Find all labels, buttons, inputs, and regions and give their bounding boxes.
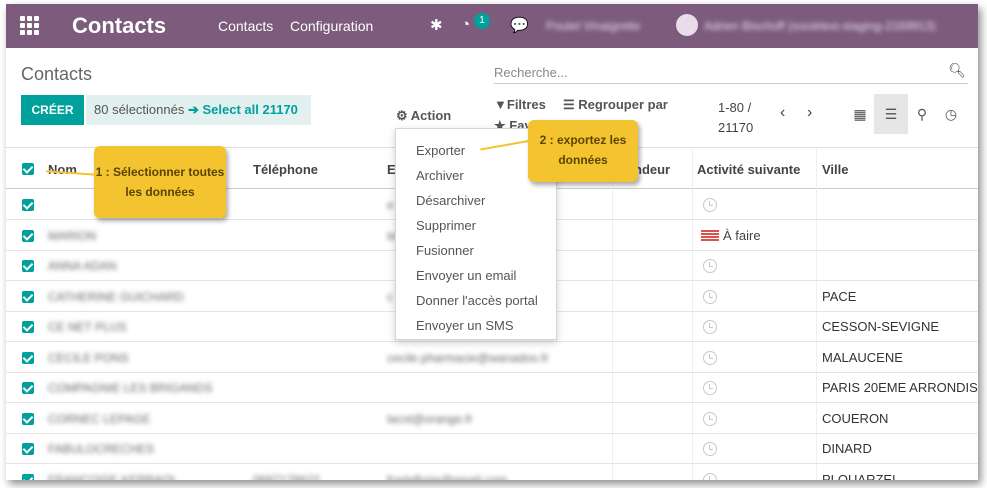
contact-name: CECILE PONS: [48, 350, 129, 365]
contact-email: e: [387, 198, 394, 212]
contact-email: lacot@orange.fr: [387, 411, 473, 426]
activity-count-badge: 1: [474, 13, 490, 29]
pager-value[interactable]: 1-80 /21170: [718, 98, 762, 138]
app-title: Contacts: [72, 13, 167, 38]
activity-clock-icon[interactable]: [703, 442, 717, 456]
chat-icon[interactable]: 💬: [510, 16, 529, 34]
contact-name: CE NET PLUS: [48, 320, 127, 334]
next-activity-label[interactable]: À faire: [723, 228, 761, 243]
contact-name: CATHERINE GUICHARD: [48, 289, 184, 304]
company-switcher[interactable]: Poulet Vinaigrette: [546, 19, 641, 33]
contact-name: ANNA ADAN: [48, 259, 117, 273]
activity-clock-icon[interactable]: [703, 198, 717, 212]
column-header-phone[interactable]: Téléphone: [253, 162, 318, 177]
bug-icon[interactable]: ✱: [430, 16, 443, 34]
menu-contacts[interactable]: Contacts: [218, 18, 273, 34]
column-header-name[interactable]: Nom: [48, 162, 77, 177]
filters-button[interactable]: ▼Filtres: [494, 97, 546, 112]
row-checkbox[interactable]: [22, 229, 34, 242]
groupby-button[interactable]: ☰ Regrouper par: [563, 97, 668, 113]
menu-item-send-email[interactable]: Envoyer un email: [416, 268, 516, 283]
row-checkbox[interactable]: [22, 199, 34, 211]
contact-email: cecile.pharmacie@wanadoo.fr: [387, 350, 549, 365]
contact-city: COUERON: [822, 410, 889, 426]
activity-clock-icon[interactable]: [703, 411, 717, 426]
avatar[interactable]: [676, 14, 698, 36]
menu-item-unarchive[interactable]: Désarchiver: [416, 193, 485, 208]
contact-email: fradaflorie@gmail.com: [387, 472, 508, 481]
activity-clock-icon[interactable]: [703, 472, 717, 480]
callout-step-2: 2 : exportez les données: [528, 120, 638, 182]
row-checkbox[interactable]: [22, 290, 34, 303]
column-header-salesperson[interactable]: ndeur: [634, 162, 670, 177]
contact-city: PACE: [822, 288, 857, 304]
contact-phone: 0687178622: [253, 472, 320, 481]
create-button[interactable]: CRÉER: [21, 95, 84, 125]
odoo-window: Contacts Contacts Configuration ✱ ◔ 1 💬 …: [6, 4, 978, 480]
search-input[interactable]: [494, 62, 934, 82]
breadcrumb: Contacts: [21, 64, 93, 84]
filter-icon: ▼: [494, 97, 507, 112]
activity-view-icon[interactable]: ◷: [934, 94, 968, 134]
menu-item-send-sms[interactable]: Envoyer un SMS: [416, 318, 514, 333]
menu-item-delete[interactable]: Supprimer: [416, 218, 476, 233]
contact-city: PLOUARZEL: [822, 471, 900, 481]
selected-count: 80 sélectionnés: [94, 102, 185, 117]
user-menu[interactable]: Adrien Bischoff (sociétexi-staging-21699…: [704, 19, 936, 33]
bars-icon: ☰: [563, 97, 575, 112]
search-bar: 🔍︎: [494, 60, 968, 84]
top-navbar: Contacts Contacts Configuration ✱ ◔ 1 💬 …: [6, 4, 978, 48]
row-checkbox[interactable]: [22, 443, 34, 455]
selection-info: 80 sélectionnés ➔ Select all 21170: [86, 95, 311, 125]
contact-city: CESSON-SEVIGNE: [822, 319, 940, 334]
contact-email: c: [387, 289, 393, 304]
activity-clock-icon[interactable]: [703, 289, 717, 304]
activity-todo-icon: [701, 229, 719, 242]
menu-item-merge[interactable]: Fusionner: [416, 243, 474, 258]
contact-name: MARION: [48, 228, 96, 243]
pager-previous-icon[interactable]: ‹: [780, 104, 785, 122]
contact-city: PARIS 20EME ARRONDISSEMENT: [822, 380, 978, 395]
activity-clock-icon[interactable]: [703, 259, 717, 273]
select-all-checkbox[interactable]: [22, 163, 34, 175]
table-row[interactable]: CECILE PONS cecile.pharmacie@wanadoo.fr MA…: [6, 343, 978, 373]
contact-city: MALAUCENE: [822, 349, 903, 365]
arrow-right-icon: ➔: [187, 102, 199, 117]
callout-step-1: 1 : Sélectionner toutes les données: [94, 146, 226, 218]
contact-name: FABULOCRECHES: [48, 442, 155, 456]
menu-item-archive[interactable]: Archiver: [416, 168, 464, 183]
activity-clock-icon[interactable]: [703, 320, 717, 334]
contact-name: CORNEC LEPAGE: [48, 411, 151, 426]
row-checkbox[interactable]: [22, 412, 34, 425]
apps-grid-icon[interactable]: [20, 16, 40, 36]
contact-name: FRANÇOISE KERBAOL: [48, 472, 179, 481]
row-checkbox[interactable]: [22, 260, 34, 272]
row-checkbox[interactable]: [22, 382, 34, 394]
pager-next-icon[interactable]: ›: [807, 104, 812, 122]
contact-city: DINARD: [822, 441, 872, 456]
gear-icon: ⚙: [396, 108, 408, 123]
menu-configuration[interactable]: Configuration: [290, 18, 373, 34]
menu-item-export[interactable]: Exporter: [416, 143, 465, 158]
kanban-view-icon[interactable]: ▦: [843, 94, 877, 134]
table-row[interactable]: CORNEC LEPAGE lacot@orange.fr COUERON: [6, 404, 978, 434]
column-header-city[interactable]: Ville: [822, 162, 849, 177]
row-checkbox[interactable]: [22, 321, 34, 333]
search-icon[interactable]: 🔍︎: [948, 62, 966, 79]
activity-clock-icon[interactable]: ◔: [461, 16, 470, 33]
table-row[interactable]: FABULOCRECHES DINARD: [6, 434, 978, 464]
table-row[interactable]: FRANÇOISE KERBAOL 0687178622 fradaflorie@g…: [6, 465, 978, 481]
row-checkbox[interactable]: [22, 351, 34, 364]
select-all-link[interactable]: ➔ Select all 21170: [188, 102, 298, 117]
list-view-icon[interactable]: ☰: [874, 94, 908, 134]
action-dropdown-button[interactable]: ⚙ Action: [396, 108, 451, 124]
table-row[interactable]: COMPAGNIE LES BRIGANDS PARIS 20EME ARROND…: [6, 373, 978, 403]
contact-name: COMPAGNIE LES BRIGANDS: [48, 381, 213, 395]
activity-clock-icon[interactable]: [703, 350, 717, 365]
row-checkbox[interactable]: [22, 473, 34, 480]
activity-clock-icon[interactable]: [703, 381, 717, 395]
menu-item-grant-portal-access[interactable]: Donner l'accès portal: [416, 293, 538, 308]
column-header-next-activity[interactable]: Activité suivante: [697, 162, 800, 177]
